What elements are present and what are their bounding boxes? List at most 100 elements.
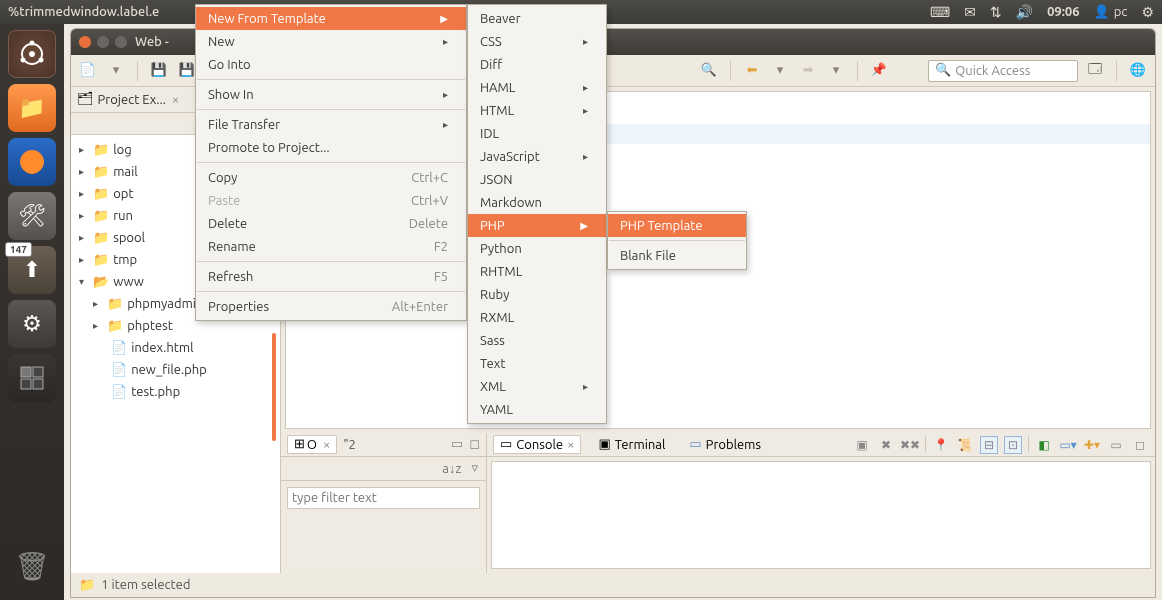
network-icon[interactable]: ⇅ — [990, 4, 1002, 21]
update-tile[interactable]: ⬆147 — [8, 246, 56, 294]
clock[interactable]: 09:06 — [1047, 5, 1080, 19]
nav-fwd-button[interactable]: ➡ — [797, 60, 819, 82]
menu-show-in[interactable]: Show In▸ — [196, 83, 466, 106]
keyboard-icon[interactable]: ⌨ — [930, 4, 950, 21]
menu-delete[interactable]: DeleteDelete — [196, 212, 466, 235]
trash-tile[interactable]: 🗑 — [8, 542, 56, 590]
search-button[interactable]: 🔍 — [698, 60, 720, 82]
tree-item-new-file-php[interactable]: 📄new_file.php — [71, 359, 280, 381]
console-body — [491, 461, 1151, 569]
console-tab[interactable]: ▭Console× — [493, 435, 581, 454]
problems-tab[interactable]: ▭Problems — [682, 435, 768, 454]
window-minimize-button[interactable] — [97, 36, 109, 48]
workspace-tile[interactable] — [8, 354, 56, 402]
php-submenu: PHP Template Blank File — [607, 211, 747, 270]
outline-tab-2[interactable]: "2 — [343, 438, 356, 452]
close-icon[interactable]: × — [172, 93, 179, 107]
template-diff[interactable]: Diff — [468, 53, 606, 76]
menu-refresh[interactable]: RefreshF5 — [196, 265, 466, 288]
menu-file-transfer[interactable]: File Transfer▸ — [196, 113, 466, 136]
volume-icon[interactable]: 🔊 — [1016, 4, 1033, 21]
template-markdown[interactable]: Markdown — [468, 191, 606, 214]
template-sass[interactable]: Sass — [468, 329, 606, 352]
php-template-item[interactable]: PHP Template — [608, 214, 746, 237]
console-max-icon[interactable]: ◻ — [1131, 436, 1149, 454]
pin-button[interactable]: 📌 — [868, 60, 890, 82]
template-text[interactable]: Text — [468, 352, 606, 375]
update-badge: 147 — [5, 242, 32, 257]
menu-new[interactable]: New▸ — [196, 30, 466, 53]
tools-tile[interactable]: 🛠 — [8, 192, 56, 240]
mail-icon[interactable]: ✉ — [964, 4, 976, 21]
menu-paste: PasteCtrl+V — [196, 189, 466, 212]
template-haml[interactable]: HAML▸ — [468, 76, 606, 99]
nav-back-button[interactable]: ⬅ — [741, 60, 763, 82]
menubar-title: %trimmedwindow.label.e — [8, 5, 159, 19]
terminal-tab[interactable]: ▣Terminal — [591, 435, 672, 454]
console-remove-icon[interactable]: ✖ — [877, 436, 895, 454]
files-tile[interactable]: 📁 — [8, 84, 56, 132]
outline-dropdown-icon[interactable]: ▿ — [471, 461, 478, 476]
console-removeall-icon[interactable]: ✖✖ — [901, 436, 919, 454]
menu-new-from-template[interactable]: New From Template▶ — [196, 7, 466, 30]
unity-launcher: 📁 🛠 ⬆147 ⚙ 🗑 — [0, 24, 64, 600]
new-button[interactable]: 📄 — [77, 60, 99, 82]
firefox-tile[interactable] — [8, 138, 56, 186]
outline-tab[interactable]: ⊞O× — [287, 435, 337, 454]
status-text: 1 item selected — [101, 578, 190, 592]
template-python[interactable]: Python — [468, 237, 606, 260]
quick-access-input[interactable]: 🔍 Quick Access — [928, 60, 1078, 82]
new-dropdown[interactable]: ▾ — [105, 60, 127, 82]
template-json[interactable]: JSON — [468, 168, 606, 191]
console-display-icon[interactable]: ▭▾ — [1059, 436, 1077, 454]
console-open-icon[interactable]: ◧ — [1035, 436, 1053, 454]
console-min-icon[interactable]: ▭ — [1107, 436, 1125, 454]
window-close-button[interactable] — [79, 36, 91, 48]
menu-promote[interactable]: Promote to Project... — [196, 136, 466, 159]
template-rhtml[interactable]: RHTML — [468, 260, 606, 283]
open-perspective-button[interactable]: 🗔 — [1084, 60, 1106, 82]
web-perspective-button[interactable]: 🌐 — [1127, 60, 1149, 82]
system-tray: ⌨ ✉ ⇅ 🔊 09:06 👤 pc ⚙ — [930, 4, 1154, 21]
template-beaver[interactable]: Beaver — [468, 7, 606, 30]
template-yaml[interactable]: YAML — [468, 398, 606, 421]
tree-item-test-php[interactable]: 📄test.php — [71, 381, 280, 403]
menu-go-into[interactable]: Go Into — [196, 53, 466, 76]
tree-item-index-html[interactable]: 📄index.html — [71, 337, 280, 359]
minimize-icon[interactable]: ▭ — [451, 437, 463, 452]
explorer-icon: 🗂 — [77, 92, 94, 107]
console-pin-icon[interactable]: 📍 — [932, 436, 950, 454]
blank-file-item[interactable]: Blank File — [608, 244, 746, 267]
template-php[interactable]: PHP▶ — [468, 214, 606, 237]
menu-copy[interactable]: CopyCtrl+C — [196, 166, 466, 189]
template-xml[interactable]: XML▸ — [468, 375, 606, 398]
status-bar: 📁 1 item selected — [71, 573, 1155, 597]
console-lock-b-icon[interactable]: ⊡ — [1004, 436, 1022, 454]
user-menu[interactable]: 👤 pc — [1094, 5, 1128, 20]
context-menu: New From Template▶ New▸ Go Into Show In▸… — [195, 4, 467, 321]
window-title: Web - — [135, 35, 169, 49]
menu-rename[interactable]: RenameF2 — [196, 235, 466, 258]
console-lock-a-icon[interactable]: ⊟ — [980, 436, 998, 454]
template-css[interactable]: CSS▸ — [468, 30, 606, 53]
console-clear-icon[interactable]: ▣ — [853, 436, 871, 454]
maximize-icon[interactable]: ◻ — [469, 437, 480, 452]
menu-properties[interactable]: PropertiesAlt+Enter — [196, 295, 466, 318]
nav-back-dropdown[interactable]: ▾ — [769, 60, 791, 82]
template-javascript[interactable]: JavaScript▸ — [468, 145, 606, 168]
template-html[interactable]: HTML▸ — [468, 99, 606, 122]
nav-fwd-dropdown[interactable]: ▾ — [825, 60, 847, 82]
outline-filter-input[interactable] — [287, 487, 480, 509]
dash-tile[interactable] — [8, 30, 56, 78]
console-scroll-icon[interactable]: 📜 — [956, 436, 974, 454]
gear-icon[interactable]: ⚙ — [1141, 4, 1154, 21]
system-settings-tile[interactable]: ⚙ — [8, 300, 56, 348]
template-idl[interactable]: IDL — [468, 122, 606, 145]
project-explorer-label: Project Ex... — [98, 93, 166, 107]
window-maximize-button[interactable] — [115, 36, 127, 48]
template-ruby[interactable]: Ruby — [468, 283, 606, 306]
console-new-icon[interactable]: ✚▾ — [1083, 436, 1101, 454]
sort-icon[interactable]: a↓z — [442, 461, 461, 476]
save-button[interactable]: 💾 — [148, 60, 170, 82]
template-rxml[interactable]: RXML — [468, 306, 606, 329]
